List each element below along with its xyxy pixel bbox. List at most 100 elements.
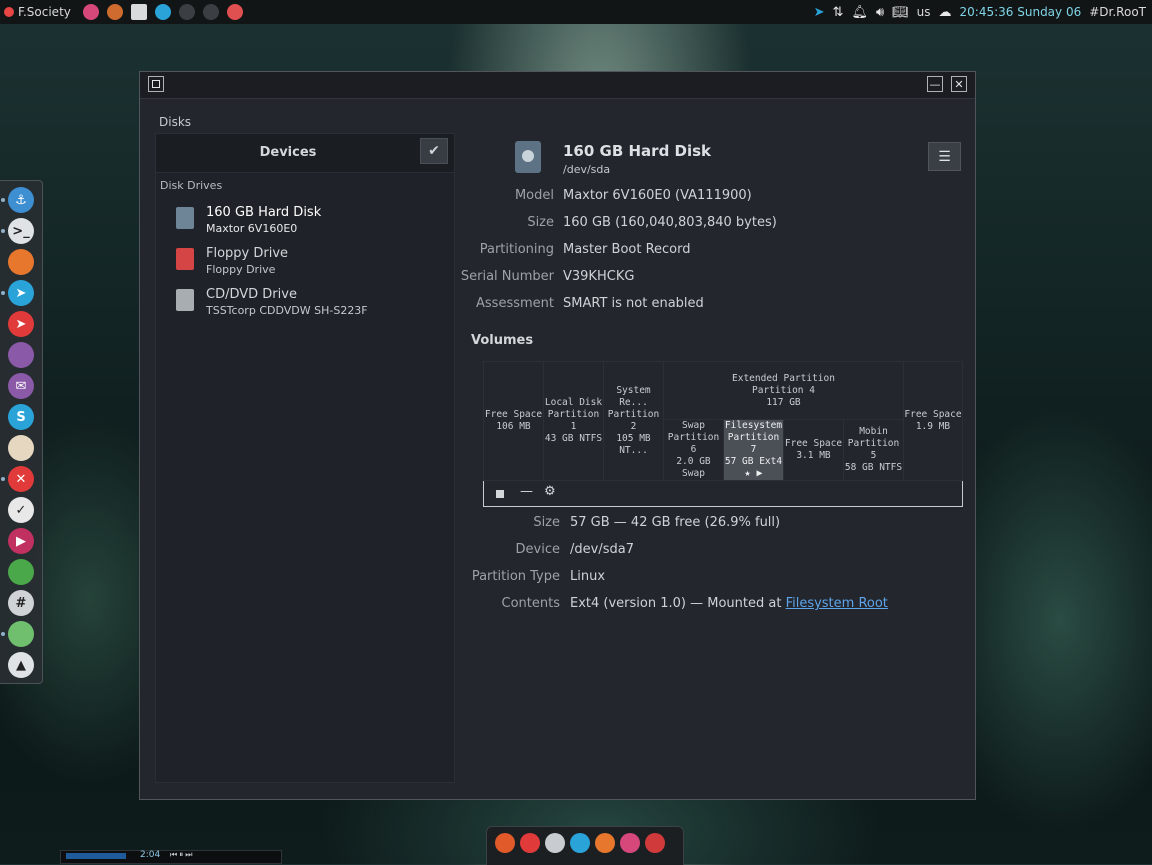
terminal-icon[interactable] bbox=[202, 4, 219, 20]
contents-label: Contents bbox=[501, 596, 560, 611]
volume-partition-6[interactable]: Swap Partition 6 2.0 GB Swap bbox=[664, 420, 724, 480]
brand-label: F.Society bbox=[18, 5, 71, 19]
drive-item-floppy[interactable]: Floppy Drive Floppy Drive bbox=[176, 246, 446, 282]
volume-device-value: /dev/sda7 bbox=[570, 542, 634, 557]
terminal-icon[interactable] bbox=[178, 4, 195, 20]
stop-icon bbox=[496, 490, 504, 498]
disk-details-pane: 160 GB Hard Disk /dev/sda ☰ Model Maxtor… bbox=[456, 133, 963, 783]
player-time: 2:04 bbox=[140, 850, 161, 860]
volume-partition-5[interactable]: Mobin Partition 5 58 GB NTFS bbox=[844, 420, 904, 480]
assessment-value: SMART is not enabled bbox=[563, 296, 704, 311]
volume-extended-partition[interactable]: Extended Partition Partition 4 117 GB bbox=[664, 362, 904, 420]
partition-settings-button[interactable]: ⚙ bbox=[544, 484, 556, 499]
clock[interactable]: 20:45:36 Sunday 06 bbox=[960, 5, 1082, 19]
delete-partition-button[interactable]: — bbox=[520, 484, 533, 499]
select-devices-button[interactable]: ✔ bbox=[420, 138, 448, 164]
next-icon[interactable]: ⏭ bbox=[185, 850, 194, 859]
volume-label: Swap bbox=[682, 420, 705, 431]
unmount-button[interactable] bbox=[496, 487, 504, 502]
weather-icon[interactable]: ☁ bbox=[939, 5, 952, 20]
volume-partition: Partition 1 bbox=[547, 409, 600, 432]
running-indicator bbox=[1, 477, 5, 481]
mail-icon[interactable]: ✉ bbox=[8, 373, 34, 399]
anchor-icon[interactable]: ⚓ bbox=[8, 187, 34, 213]
volume-size: 3.1 MB bbox=[796, 450, 831, 461]
keyboard-layout[interactable]: us bbox=[917, 5, 931, 19]
volume-label: Free Space bbox=[784, 438, 843, 449]
player-controls[interactable]: ⏮⏸⏭ bbox=[170, 850, 194, 860]
player-progress[interactable] bbox=[66, 853, 126, 859]
minimize-button[interactable]: — bbox=[927, 76, 943, 92]
terminal-icon[interactable]: >_ bbox=[8, 218, 34, 244]
media-player-icon[interactable]: ▶ bbox=[8, 528, 34, 554]
menu-launcher[interactable]: F.Society bbox=[0, 5, 79, 19]
telegram-icon[interactable]: ➤ bbox=[8, 280, 34, 306]
browser-icon[interactable] bbox=[82, 4, 99, 20]
app-title: Disks bbox=[159, 115, 192, 129]
volume-partition-1[interactable]: Local Disk Partition 1 43 GB NTFS bbox=[544, 362, 604, 480]
drive-icon[interactable]: ▲ bbox=[8, 652, 34, 678]
notification-bell-icon[interactable]: 🔔︎ bbox=[851, 5, 868, 20]
volume-partition-2[interactable]: System Re... Partition 2 105 MB NT... bbox=[604, 362, 664, 480]
volumes-heading: Volumes bbox=[471, 333, 534, 348]
mounted-status-icons: ★ ▶ bbox=[744, 468, 762, 480]
partition-type-label: Partition Type bbox=[471, 569, 560, 584]
volume-device-label: Device bbox=[515, 542, 560, 557]
drive-item-optical[interactable]: CD/DVD Drive TSSTcorp CDDVDW SH-S223F bbox=[176, 287, 446, 323]
volume-label: Local Disk bbox=[544, 397, 603, 408]
drive-name: Floppy Drive bbox=[206, 246, 289, 261]
volume-size-label: Size bbox=[533, 515, 560, 530]
volume-free-space-2[interactable]: Free Space 1.9 MB bbox=[904, 362, 962, 480]
window-menu-button[interactable] bbox=[148, 76, 164, 92]
hash-icon[interactable]: # bbox=[8, 590, 34, 616]
browser-icon[interactable] bbox=[620, 833, 640, 853]
volume-partition: Partition 5 bbox=[847, 438, 900, 461]
firefox-icon[interactable] bbox=[8, 249, 34, 275]
network-icon[interactable]: ⇅ bbox=[833, 5, 844, 20]
contents-value: Ext4 (version 1.0) — Mounted at Filesyst… bbox=[570, 596, 888, 611]
telegram-tray-icon[interactable]: ➤ bbox=[814, 5, 825, 20]
firefox-icon[interactable] bbox=[106, 4, 123, 20]
drive-item-hard-disk[interactable]: 160 GB Hard Disk Maxtor 6V160E0 bbox=[176, 205, 446, 241]
ubuntu-icon[interactable] bbox=[495, 833, 515, 853]
title-bar[interactable]: — ✕ bbox=[140, 72, 975, 99]
volume-free-space-1[interactable]: Free Space 106 MB bbox=[484, 362, 544, 480]
volume-map: Free Space 106 MB Local Disk Partition 1… bbox=[483, 361, 963, 481]
pidgin-icon[interactable] bbox=[8, 342, 34, 368]
plus-icon[interactable] bbox=[226, 4, 243, 20]
star-icon: ★ bbox=[744, 468, 751, 479]
mount-point-link[interactable]: Filesystem Root bbox=[786, 596, 888, 611]
volume-partition-7[interactable]: Filesystem Partition 7 57 GB Ext4 ★ ▶ bbox=[724, 420, 784, 480]
hard-disk-icon bbox=[176, 207, 194, 229]
volume-label: Filesystem bbox=[724, 420, 783, 431]
telegram-red-icon[interactable]: ➤ bbox=[8, 311, 34, 337]
minimize-icon: — bbox=[929, 77, 941, 91]
close-app-icon[interactable]: ✕ bbox=[8, 466, 34, 492]
puzzle-icon[interactable] bbox=[8, 559, 34, 585]
checkmark-icon: ✔ bbox=[428, 143, 440, 159]
window-icon[interactable] bbox=[130, 4, 147, 20]
book-icon[interactable]: 📖︎ bbox=[892, 5, 909, 20]
firefox-icon[interactable] bbox=[595, 833, 615, 853]
opera-icon[interactable] bbox=[520, 833, 540, 853]
skype-icon[interactable] bbox=[570, 833, 590, 853]
volume-label: System Re... bbox=[616, 385, 651, 408]
disk-drives-section-label: Disk Drives bbox=[160, 179, 223, 192]
volume-free-space-3[interactable]: Free Space 3.1 MB bbox=[784, 420, 844, 480]
toggle-icon[interactable] bbox=[8, 621, 34, 647]
close-button[interactable]: ✕ bbox=[951, 76, 967, 92]
dictionary-icon[interactable] bbox=[645, 833, 665, 853]
previous-icon[interactable]: ⏮ bbox=[170, 850, 179, 859]
disk-menu-button[interactable]: ☰ bbox=[928, 142, 961, 171]
skype-icon[interactable]: S bbox=[8, 404, 34, 430]
inkscape-icon[interactable] bbox=[8, 435, 34, 461]
left-dock: ⚓ >_ ➤ ➤ ✉ S ✕ ✓ ▶ # ▲ bbox=[0, 180, 43, 684]
devices-sidebar: Devices ✔ Disk Drives 160 GB Hard Disk M… bbox=[155, 133, 455, 783]
hamburger-menu-icon: ☰ bbox=[938, 148, 951, 165]
tasks-icon[interactable]: ✓ bbox=[8, 497, 34, 523]
settings-icon[interactable] bbox=[545, 833, 565, 853]
volume-size: 105 MB NT... bbox=[616, 433, 651, 456]
volume-icon[interactable]: 🔊︎ bbox=[876, 5, 884, 20]
telegram-icon[interactable] bbox=[154, 4, 171, 20]
user-label[interactable]: #Dr.RooT bbox=[1089, 5, 1146, 19]
